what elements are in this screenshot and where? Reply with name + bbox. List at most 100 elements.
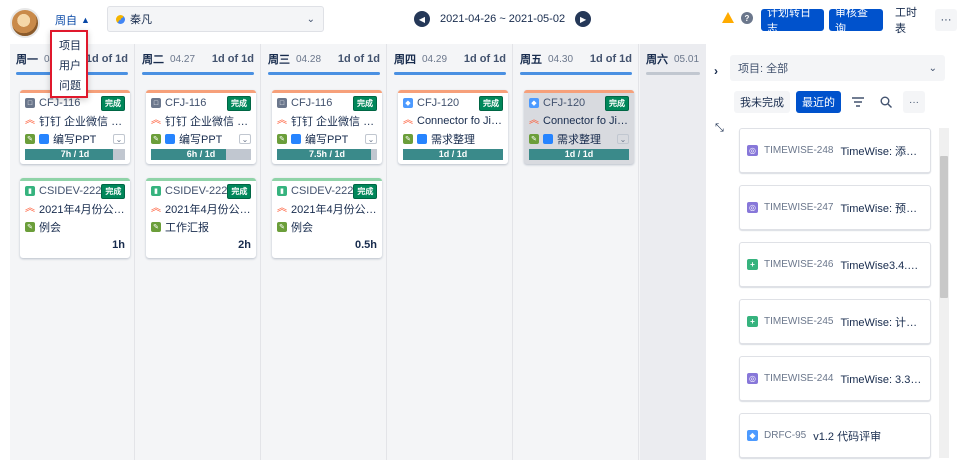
user-select[interactable]: 秦凡 ⌄	[107, 6, 324, 32]
edit-icon[interactable]: ✎	[25, 134, 35, 144]
edit-icon[interactable]: ✎	[151, 134, 161, 144]
menu-item-issue[interactable]: 问题	[52, 76, 86, 96]
shrink-icon[interactable]: ⤡	[715, 122, 724, 135]
next-week-button[interactable]: ▶	[575, 11, 592, 27]
chevron-down-icon[interactable]: ⌄	[239, 134, 251, 144]
work-card[interactable]: ▮ CSIDEV-222 完成 ︽ 2021年4月份公司... ✎ 例会 1h	[20, 178, 130, 258]
column-date: 04.29	[422, 53, 448, 65]
filter-bar: 我未完成 最近的 ···	[734, 91, 925, 113]
scrollbar[interactable]	[939, 128, 949, 458]
issue-key[interactable]: CFJ-116	[291, 97, 332, 109]
issue-key[interactable]: CFJ-116	[165, 97, 206, 109]
logged-hours: 1h	[112, 239, 125, 251]
edit-icon[interactable]: ✎	[277, 222, 287, 232]
new-feature-icon: +	[747, 259, 758, 270]
chevron-down-icon[interactable]: ⌄	[365, 134, 377, 144]
list-item[interactable]: ◎ TIMEWISE-248 TimeWise: 添加配...	[739, 128, 931, 173]
done-badge: 完成	[101, 95, 125, 111]
edit-icon[interactable]: ✎	[25, 222, 35, 232]
worklog-task: 编写PPT	[53, 134, 97, 146]
issue-key[interactable]: CSIDEV-222	[291, 185, 353, 197]
project-filter-value: 项目: 全部	[738, 63, 789, 75]
edit-icon[interactable]: ✎	[403, 134, 413, 144]
subtask-icon: ◎	[747, 145, 758, 156]
issue-summary: TimeWise3.4.0: 工...	[840, 259, 923, 272]
issue-summary: TimeWise: 3.3.1 版...	[840, 373, 923, 386]
chevron-down-icon[interactable]: ⌄	[617, 134, 629, 144]
work-card[interactable]: □ CFJ-116 完成 ︽ 钉钉 企业微信 视... ✎ 编写PPT ⌄ 6h…	[146, 90, 256, 164]
plan-to-log-button[interactable]: 计划转日志	[761, 7, 824, 35]
issue-key: TIMEWISE-248	[764, 145, 834, 156]
card-accent	[272, 178, 382, 181]
card-title-row: ︽ 2021年4月份公司...	[277, 200, 377, 218]
work-card[interactable]: ▮ CSIDEV-222 完成 ︽ 2021年4月份公司... ✎ 例会 0.5…	[272, 178, 382, 258]
column-day: 周一	[16, 54, 38, 66]
issue-key[interactable]: CFJ-120	[417, 97, 459, 109]
help-icon[interactable]: ?	[741, 12, 753, 24]
column-capacity: 1d of 1d	[463, 53, 506, 65]
card-task-row: ✎ 例会	[25, 218, 125, 236]
bug-type-icon: ◆	[403, 98, 413, 108]
list-item[interactable]: + TIMEWISE-246 TimeWise3.4.0: 工...	[739, 242, 931, 287]
issue-panel: › ⤡ 项目: 全部 ⌄ 我未完成 最近的 ··· ◎ TIMEWISE-248…	[706, 44, 960, 460]
issue-key[interactable]: CFJ-116	[39, 97, 80, 109]
filter-icon[interactable]	[847, 91, 869, 113]
column-capacity: 1d of 1d	[85, 53, 128, 65]
project-filter-select[interactable]: 项目: 全部 ⌄	[730, 55, 945, 81]
issue-summary: TimeWise: 计划转...	[840, 316, 923, 329]
panel-more-button[interactable]: ···	[903, 91, 925, 113]
card-task-row: ✎ 编写PPT ⌄	[277, 130, 377, 148]
done-badge: 完成	[479, 95, 503, 111]
card-task-row: ✎ 工作汇报	[151, 218, 251, 236]
card-hours-row: 0.5h	[277, 236, 377, 254]
warning-icon[interactable]	[722, 12, 734, 23]
issue-summary: v1.2 代码评审	[813, 430, 882, 443]
card-accent	[146, 178, 256, 181]
column-date: 04.27	[170, 53, 196, 65]
bug-type-icon: ◆	[529, 98, 539, 108]
edit-icon[interactable]: ✎	[529, 134, 539, 144]
work-card[interactable]: ◆ CFJ-120 完成 ︽ Connector fo Jira ... ✎ 需…	[398, 90, 508, 164]
review-query-button[interactable]: 审核查询	[829, 7, 883, 35]
prev-week-button[interactable]: ◀	[414, 11, 430, 27]
issue-key[interactable]: CFJ-120	[543, 97, 585, 109]
list-item[interactable]: + TIMEWISE-245 TimeWise: 计划转...	[739, 299, 931, 344]
more-button[interactable]: ···	[935, 9, 957, 31]
edit-icon[interactable]: ✎	[277, 134, 287, 144]
card-accent	[398, 90, 508, 93]
chevron-down-icon[interactable]: ⌄	[113, 134, 125, 144]
view-switch[interactable]: 周自 ▲	[55, 12, 90, 28]
work-card[interactable]: ▮ CSIDEV-222 完成 ︽ 2021年4月份公司... ✎ 工作汇报 2…	[146, 178, 256, 258]
chevron-up-icon: ▲	[81, 15, 90, 25]
timesheet-button[interactable]: 工时表	[889, 7, 930, 35]
list-item[interactable]: ◎ TIMEWISE-247 TimeWise: 预估工...	[739, 185, 931, 230]
issue-title: 钉钉 企业微信 视...	[39, 116, 125, 128]
avatar[interactable]	[10, 8, 40, 38]
search-icon[interactable]	[875, 91, 897, 113]
progress-label: 6h / 1d	[186, 149, 216, 159]
scrollbar-thumb[interactable]	[940, 156, 948, 298]
menu-item-project[interactable]: 项目	[52, 36, 86, 56]
filter-recent-button[interactable]: 最近的	[796, 91, 841, 113]
issue-key[interactable]: CSIDEV-222	[165, 185, 227, 197]
story-type-icon: ▮	[25, 186, 35, 196]
column-underline	[520, 72, 632, 75]
column-underline	[268, 72, 380, 75]
done-badge: 完成	[353, 183, 377, 199]
collapse-panel-icon[interactable]: ›	[714, 64, 718, 78]
work-card[interactable]: □ CFJ-116 完成 ︽ 钉钉 企业微信 视... ✎ 编写PPT ⌄ 7.…	[272, 90, 382, 164]
list-item[interactable]: ◆ DRFC-95 v1.2 代码评审	[739, 413, 931, 458]
list-item[interactable]: ◎ TIMEWISE-244 TimeWise: 3.3.1 版...	[739, 356, 931, 401]
priority-high-icon: ︽	[151, 115, 161, 126]
menu-item-user[interactable]: 用户	[52, 56, 86, 76]
priority-high-icon: ︽	[277, 115, 287, 126]
work-card[interactable]: □ CFJ-116 完成 ︽ 钉钉 企业微信 视... ✎ 编写PPT ⌄ 7h…	[20, 90, 130, 164]
card-hours-row: 2h	[151, 236, 251, 254]
column-day: 周四	[394, 54, 416, 66]
logged-hours: 0.5h	[354, 239, 377, 251]
filter-incomplete-button[interactable]: 我未完成	[734, 91, 790, 113]
issue-key: DRFC-95	[764, 430, 807, 441]
edit-icon[interactable]: ✎	[151, 222, 161, 232]
work-card[interactable]: ◆ CFJ-120 完成 ︽ Connector fo Jira ... ✎ 需…	[524, 90, 634, 164]
issue-key[interactable]: CSIDEV-222	[39, 185, 101, 197]
